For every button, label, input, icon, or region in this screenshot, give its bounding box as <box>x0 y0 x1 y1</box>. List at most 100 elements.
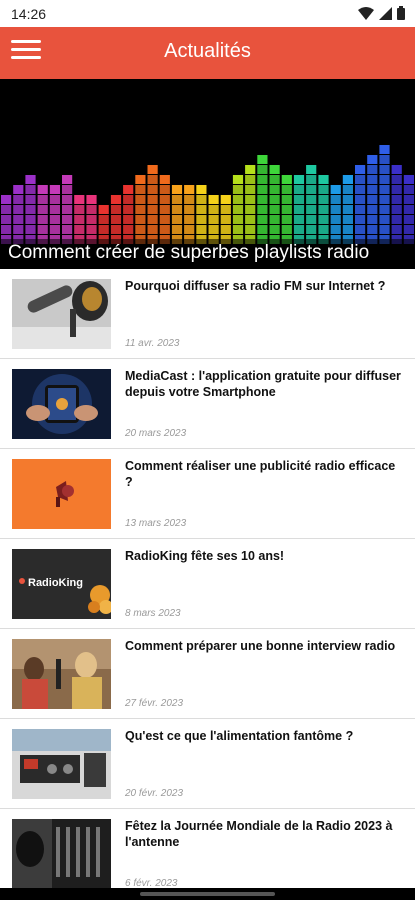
equalizer-cell <box>147 205 158 214</box>
equalizer-cell <box>355 225 366 234</box>
equalizer-cell <box>281 215 292 224</box>
equalizer-cell <box>196 185 207 194</box>
equalizer-cell <box>281 225 292 234</box>
equalizer-cell <box>306 165 317 174</box>
list-item[interactable]: Qu'est ce que l'alimentation fantôme ? 2… <box>0 719 415 809</box>
equalizer-cell <box>269 165 280 174</box>
equalizer-cell <box>49 205 60 214</box>
equalizer-cell <box>293 205 305 214</box>
equalizer-cell <box>330 225 341 234</box>
equalizer-cell <box>208 205 219 214</box>
equalizer-cell <box>159 175 170 184</box>
equalizer-cell <box>86 195 97 204</box>
megaphone-thumbnail <box>12 459 111 529</box>
equalizer-cell <box>379 215 390 224</box>
equalizer-cell <box>330 205 341 214</box>
article-date: 13 mars 2023 <box>125 518 187 529</box>
equalizer-cell <box>269 205 280 214</box>
microphone-thumbnail <box>12 279 111 349</box>
equalizer-cell <box>196 205 207 214</box>
equalizer-cell <box>13 225 24 234</box>
equalizer-cell <box>403 205 414 214</box>
equalizer-cell <box>25 225 36 234</box>
featured-article[interactable]: Comment créer de superbes playlists radi… <box>0 79 415 269</box>
equalizer-cell <box>49 195 60 204</box>
list-item[interactable]: Pourquoi diffuser sa radio FM sur Intern… <box>0 269 415 359</box>
equalizer-cell <box>159 185 170 194</box>
equalizer-cell <box>37 215 48 224</box>
equalizer-cell <box>184 215 195 224</box>
equalizer-cell <box>355 205 366 214</box>
equalizer-cell <box>342 215 353 224</box>
equalizer-cell <box>403 225 414 234</box>
equalizer-cell <box>318 175 329 184</box>
list-item[interactable]: Comment réaliser une publicité radio eff… <box>0 449 415 539</box>
equalizer-cell <box>86 205 97 214</box>
equalizer-cell <box>74 195 85 204</box>
equalizer-cell <box>257 155 268 164</box>
equalizer-cell <box>25 215 36 224</box>
equalizer-cell <box>25 195 36 204</box>
equalizer-cell <box>269 185 280 194</box>
equalizer-cell <box>391 185 402 194</box>
equalizer-cell <box>257 195 268 204</box>
equalizer-cell <box>245 215 256 224</box>
equalizer-cell <box>1 205 12 214</box>
equalizer-cell <box>367 205 378 214</box>
equalizer-cell <box>147 165 158 174</box>
equalizer-cell <box>98 215 109 224</box>
equalizer-cell <box>110 195 122 204</box>
equalizer-cell <box>391 195 402 204</box>
equalizer-cell <box>342 175 353 184</box>
equalizer-cell <box>342 225 353 234</box>
equalizer-cell <box>257 215 268 224</box>
equalizer-cell <box>367 175 378 184</box>
equalizer-cell <box>355 175 366 184</box>
list-item[interactable]: RadioKing RadioKing fête ses 10 ans! 8 m… <box>0 539 415 629</box>
equalizer-cell <box>123 215 134 224</box>
equalizer-cell <box>123 185 134 194</box>
equalizer-cell <box>318 185 329 194</box>
equalizer-cell <box>281 185 292 194</box>
equalizer-cell <box>62 215 73 224</box>
equalizer-cell <box>13 205 24 214</box>
equalizer-cell <box>62 225 73 234</box>
article-date: 11 avr. 2023 <box>125 338 180 349</box>
equalizer-cell <box>196 225 207 234</box>
equalizer-cell <box>232 225 244 234</box>
equalizer-cell <box>269 175 280 184</box>
radioking-thumbnail: RadioKing <box>12 549 111 619</box>
equalizer-cell <box>220 205 231 214</box>
equalizer-cell <box>110 225 122 234</box>
equalizer-cell <box>184 185 195 194</box>
mixer-thumbnail <box>12 729 111 799</box>
equalizer-cell <box>171 195 183 204</box>
equalizer-cell <box>171 215 183 224</box>
equalizer-cell <box>232 185 244 194</box>
equalizer-cell <box>135 185 146 194</box>
equalizer-cell <box>74 205 85 214</box>
equalizer-cell <box>123 195 134 204</box>
article-list: Pourquoi diffuser sa radio FM sur Intern… <box>0 269 415 899</box>
equalizer-cell <box>245 165 256 174</box>
equalizer-cell <box>208 215 219 224</box>
equalizer-cell <box>342 205 353 214</box>
equalizer-cell <box>293 185 305 194</box>
equalizer-cell <box>62 205 73 214</box>
equalizer-cell <box>37 195 48 204</box>
equalizer-cell <box>62 195 73 204</box>
equalizer-cell <box>379 195 390 204</box>
equalizer-cell <box>306 175 317 184</box>
home-indicator[interactable] <box>140 892 275 896</box>
equalizer-cell <box>281 205 292 214</box>
equalizer-cell <box>171 205 183 214</box>
list-item[interactable]: MediaCast : l'application gratuite pour … <box>0 359 415 449</box>
equalizer-cell <box>135 215 146 224</box>
equalizer-cell <box>135 225 146 234</box>
equalizer-cell <box>245 175 256 184</box>
radioking-logo-text: RadioKing <box>28 577 83 589</box>
list-item[interactable]: Fêtez la Journée Mondiale de la Radio 20… <box>0 809 415 899</box>
status-time: 14:26 <box>11 6 47 22</box>
equalizer-cell <box>86 215 97 224</box>
list-item[interactable]: Comment préparer une bonne interview rad… <box>0 629 415 719</box>
